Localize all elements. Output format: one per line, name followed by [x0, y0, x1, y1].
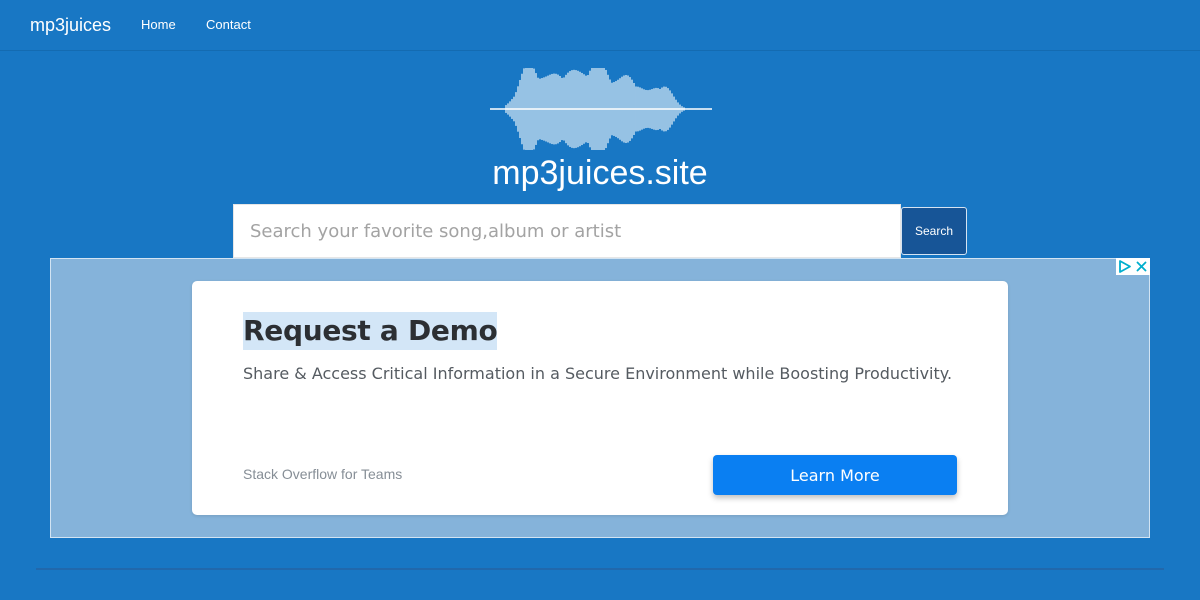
search-button[interactable]: Search — [901, 207, 967, 255]
learn-more-button[interactable]: Learn More — [713, 455, 957, 495]
site-title: mp3juices.site — [492, 154, 708, 192]
top-navbar: mp3juices Home Contact — [0, 0, 1200, 51]
ad-advertiser-name: Stack Overflow for Teams — [243, 466, 403, 482]
adchoices-icon[interactable] — [1117, 259, 1133, 274]
divider — [36, 568, 1164, 570]
sound-waveform-icon — [490, 68, 712, 150]
nav-link-contact[interactable]: Contact — [206, 17, 251, 33]
close-icon[interactable] — [1134, 259, 1149, 274]
nav-link-home[interactable]: Home — [141, 17, 176, 33]
brand-link[interactable]: mp3juices — [30, 14, 111, 36]
ad-headline[interactable]: Request a Demo — [243, 312, 498, 350]
ad-description: Share & Access Critical Information in a… — [243, 364, 953, 383]
search-input[interactable] — [233, 204, 901, 258]
